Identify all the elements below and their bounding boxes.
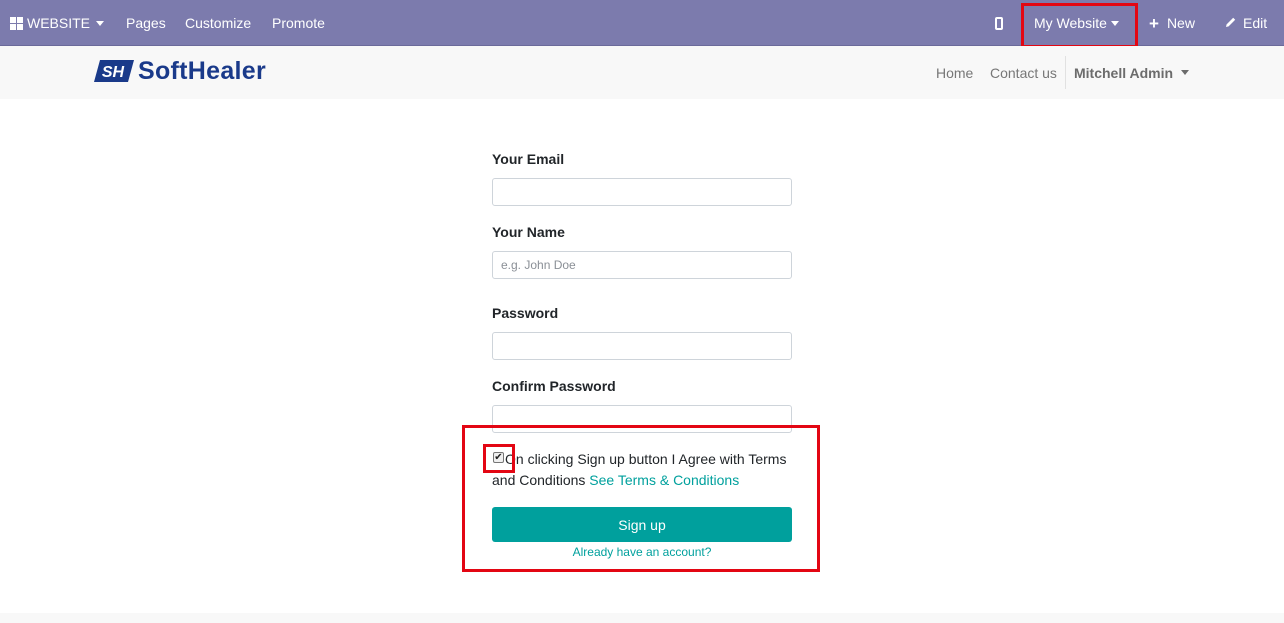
plus-icon: +	[1149, 13, 1159, 33]
confirm-password-label: Confirm Password	[492, 378, 616, 394]
logo-text: SoftHealer	[138, 56, 267, 85]
name-label: Your Name	[492, 224, 565, 240]
password-label: Password	[492, 305, 559, 321]
pencil-icon	[1225, 15, 1237, 31]
new-button[interactable]: + New	[1149, 0, 1195, 46]
nav-contact-us[interactable]: Contact us	[990, 46, 1057, 99]
chevron-down-icon	[1181, 70, 1190, 75]
user-name: Mitchell Admin	[1074, 64, 1174, 81]
password-field[interactable]	[492, 332, 792, 360]
site-header: SH SoftHealer Home Contact us Mitchell A…	[0, 46, 1284, 99]
nav-home[interactable]: Home	[936, 46, 973, 99]
edit-button-label: Edit	[1243, 15, 1268, 31]
menu-promote[interactable]: Promote	[272, 0, 325, 46]
user-menu[interactable]: Mitchell Admin	[1074, 46, 1190, 99]
highlight-box-terms-section	[462, 425, 820, 572]
menu-pages[interactable]: Pages	[126, 0, 166, 46]
svg-text:SH: SH	[102, 64, 125, 81]
highlight-box-website-switcher	[1021, 3, 1138, 48]
mobile-preview-button[interactable]	[995, 0, 1003, 46]
nav-divider	[1065, 56, 1066, 89]
email-label: Your Email	[492, 151, 565, 167]
apps-menu-button[interactable]: WEBSITE	[10, 0, 105, 46]
edit-button[interactable]: Edit	[1225, 0, 1267, 46]
menu-customize[interactable]: Customize	[185, 0, 251, 46]
email-field[interactable]	[492, 178, 792, 206]
apps-grid-icon	[10, 16, 23, 30]
footer	[0, 613, 1284, 623]
logo[interactable]: SH SoftHealer	[94, 56, 267, 85]
mobile-preview-icon	[995, 16, 1003, 30]
chevron-down-icon	[96, 20, 105, 26]
app-label: WEBSITE	[27, 15, 91, 31]
new-button-label: New	[1166, 15, 1195, 31]
softhealer-logo-icon: SH	[94, 60, 134, 82]
name-field[interactable]	[492, 251, 792, 279]
